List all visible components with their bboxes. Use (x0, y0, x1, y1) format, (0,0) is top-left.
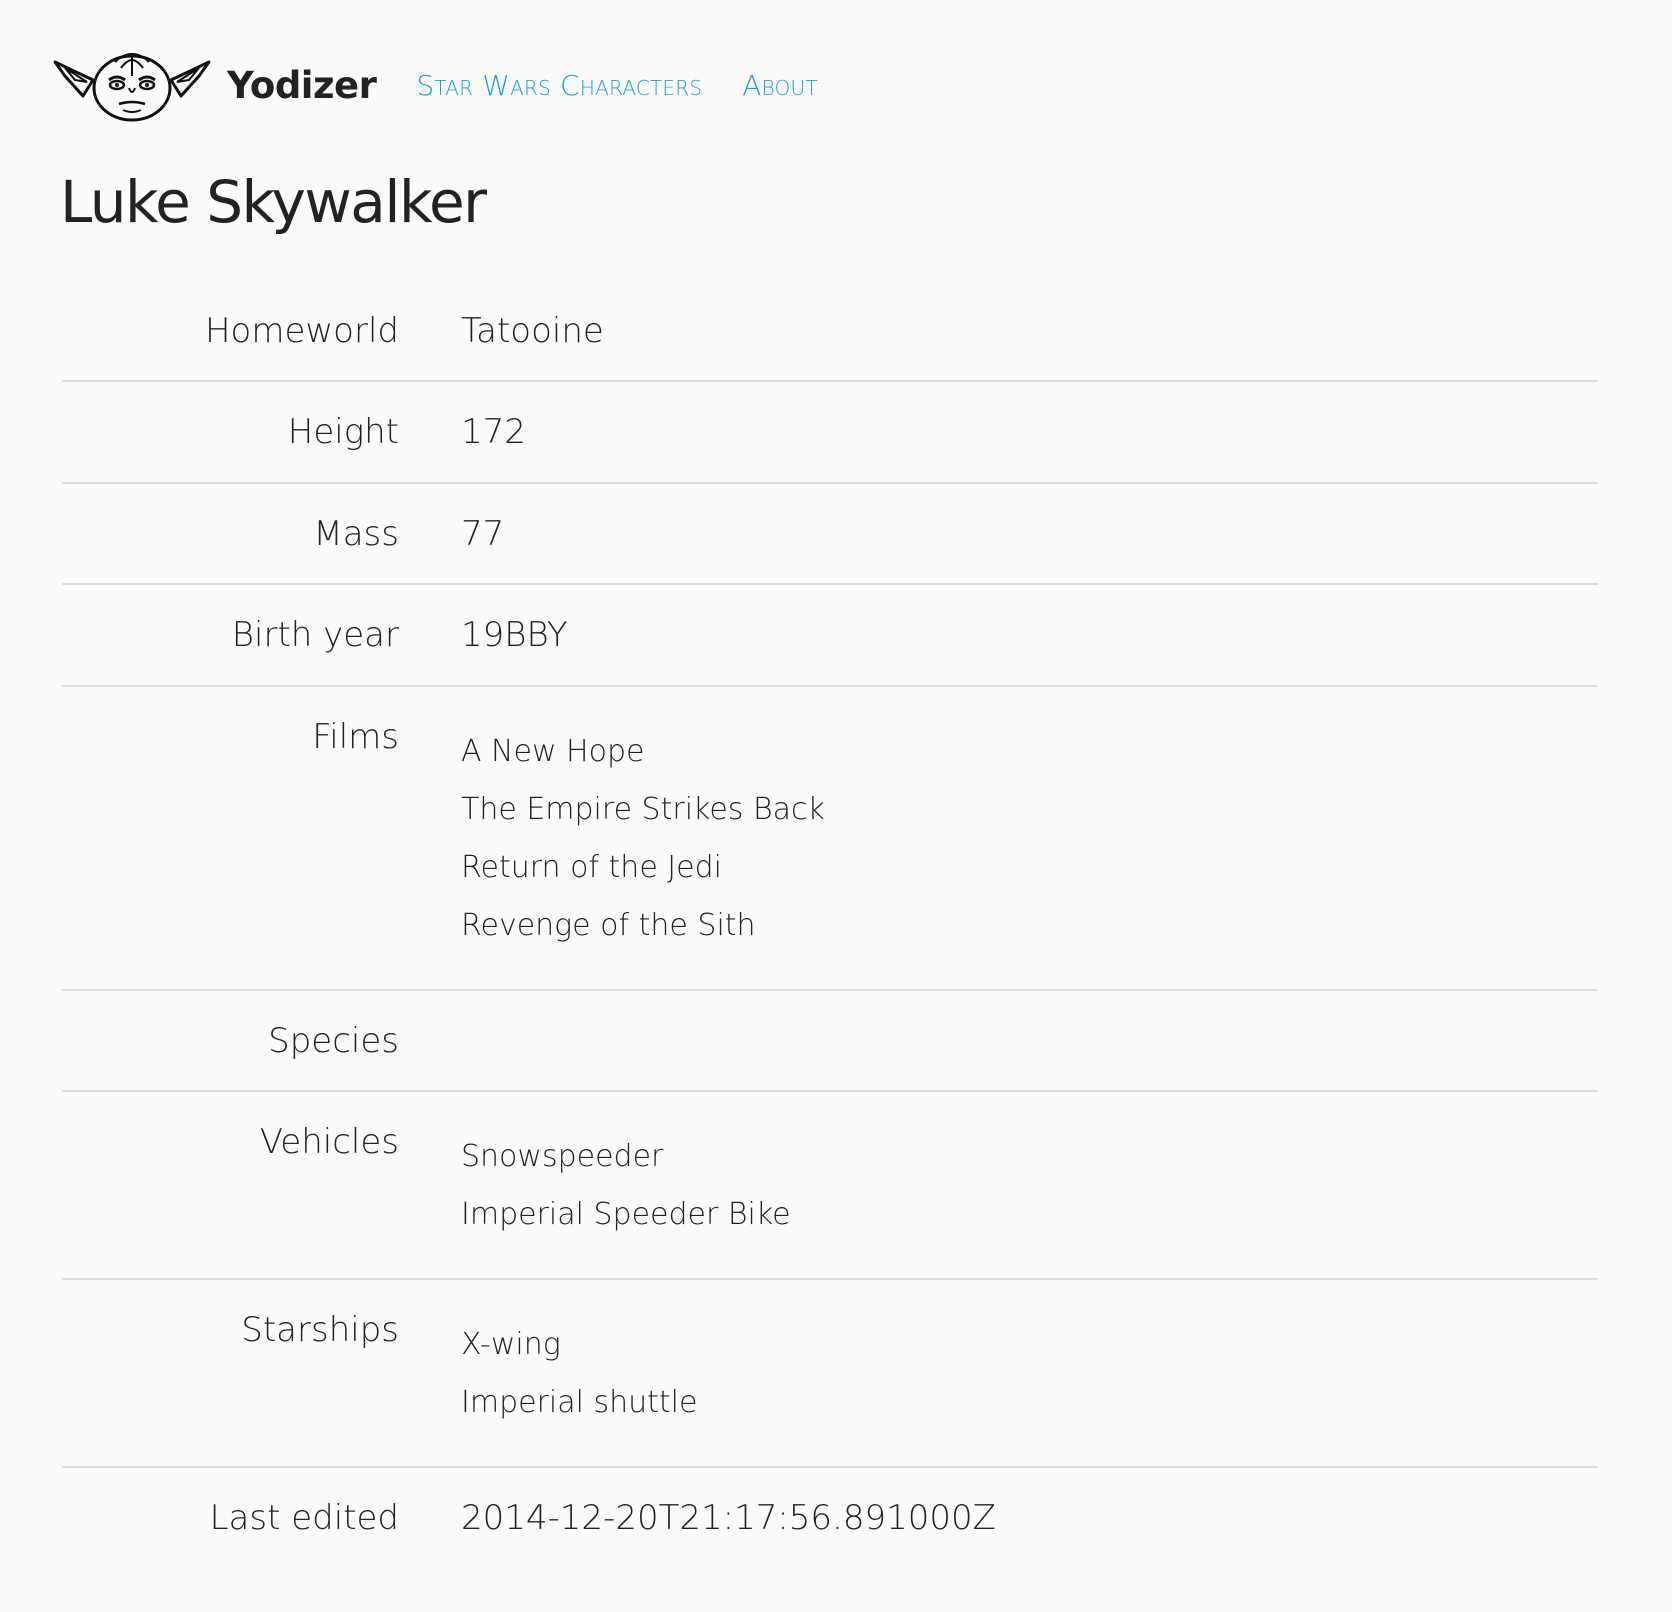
detail-row-last-edited: Last edited 2014-12-20T21:17:56.891000Z (62, 1468, 1598, 1567)
detail-value: 77 (461, 513, 505, 554)
detail-row-height: Height 172 (62, 382, 1598, 484)
detail-row-vehicles: Vehicles Snowspeeder Imperial Speeder Bi… (62, 1092, 1598, 1280)
detail-label: Species (268, 1020, 399, 1061)
page-title: Luke Skywalker (60, 168, 487, 236)
vehicles-list: Snowspeeder Imperial Speeder Bike (461, 1139, 791, 1232)
detail-label: Last edited (209, 1497, 399, 1538)
detail-label: Films (312, 716, 399, 757)
nav-link-about[interactable]: About (742, 69, 818, 102)
character-details: Homeworld Tatooine Height 172 Mass 77 Bi… (62, 281, 1598, 1567)
detail-value: 172 (461, 412, 526, 453)
detail-row-starships: Starships X-wing Imperial shuttle (62, 1280, 1598, 1468)
brand-link[interactable]: Yodizer (53, 48, 377, 122)
detail-row-mass: Mass 77 (62, 484, 1598, 586)
list-item: The Empire Strikes Back (461, 791, 825, 827)
detail-value: 2014-12-20T21:17:56.891000Z (461, 1497, 996, 1538)
nav-link-star-wars-characters[interactable]: Star Wars Characters (416, 69, 702, 102)
list-item: Revenge of the Sith (461, 907, 756, 943)
nav-links: Star Wars Characters About (416, 69, 857, 102)
detail-label: Homeworld (204, 311, 399, 351)
brand-name: Yodizer (227, 63, 377, 107)
list-item: A New Hope (461, 733, 645, 769)
detail-row-films: Films A New Hope The Empire Strikes Back… (62, 687, 1598, 991)
list-item: X-wing (461, 1326, 561, 1362)
detail-value: 19BBY (461, 615, 568, 656)
list-item: Imperial Speeder Bike (461, 1196, 791, 1232)
starships-list: X-wing Imperial shuttle (461, 1327, 697, 1420)
list-item: Imperial shuttle (461, 1384, 698, 1420)
detail-value: Tatooine (461, 311, 604, 351)
list-item: Return of the Jedi (461, 849, 722, 885)
detail-row-birth-year: Birth year 19BBY (62, 585, 1598, 687)
detail-label: Birth year (231, 615, 399, 656)
detail-label: Height (287, 412, 399, 453)
films-list: A New Hope The Empire Strikes Back Retur… (461, 734, 825, 943)
detail-label: Starships (241, 1309, 399, 1350)
detail-row-homeworld: Homeworld Tatooine (62, 281, 1598, 383)
list-item: Snowspeeder (461, 1138, 664, 1174)
yoda-head-icon (53, 52, 211, 122)
detail-row-species: Species (62, 991, 1598, 1092)
navbar: Yodizer Star Wars Characters About (53, 40, 858, 130)
detail-label: Vehicles (259, 1121, 399, 1162)
detail-label: Mass (313, 513, 399, 554)
